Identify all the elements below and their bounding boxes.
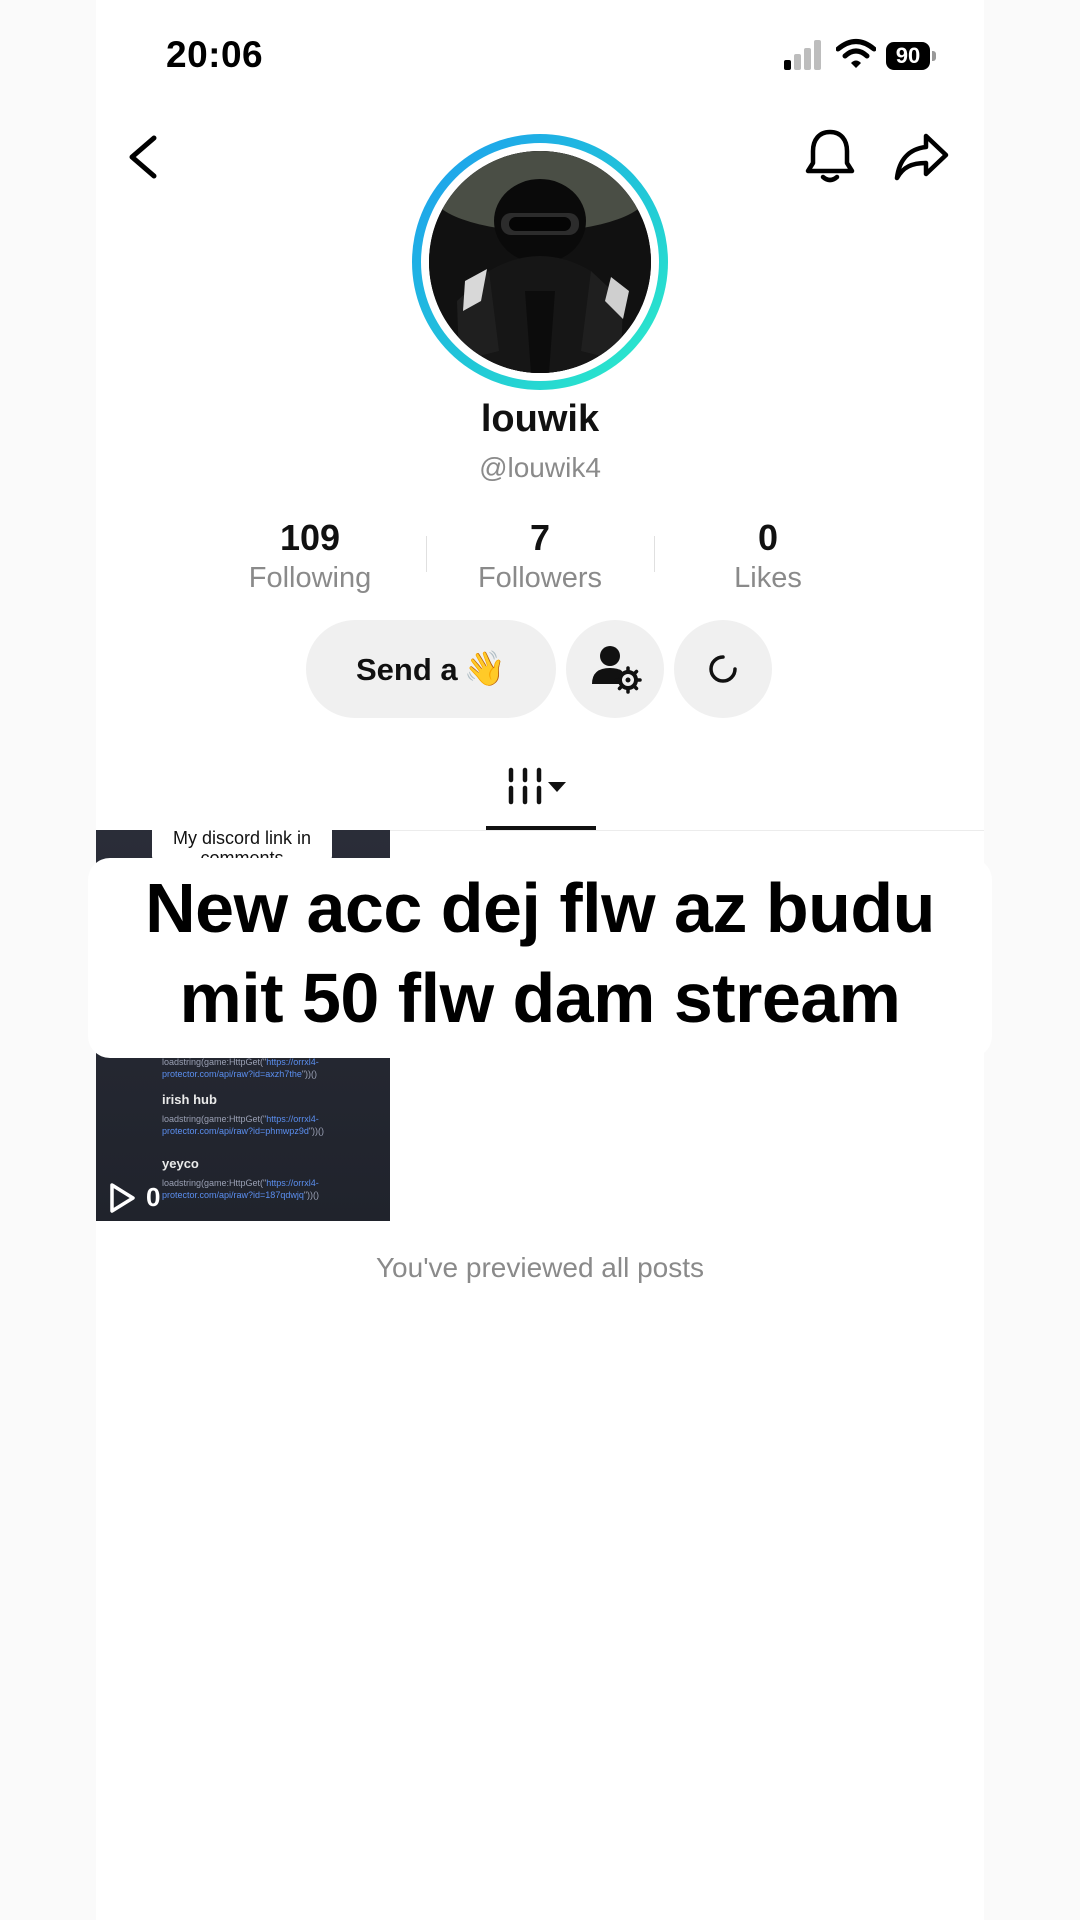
followers-label: Followers xyxy=(477,562,603,594)
tab-active-indicator xyxy=(486,826,596,830)
likes-label: Likes xyxy=(734,562,802,594)
code-block: irish hub loadstring(game:HttpGet("https… xyxy=(162,1092,372,1137)
end-of-posts-note: You've previewed all posts xyxy=(375,1252,705,1283)
likes-count: 0 xyxy=(757,517,779,558)
content-tab-bar xyxy=(96,750,984,831)
display-name: louwik xyxy=(480,398,600,440)
back-button[interactable] xyxy=(118,130,168,184)
wifi-icon xyxy=(836,39,876,68)
loading-icon xyxy=(709,655,737,683)
overlay-caption-line: New acc dej flw az budu xyxy=(145,869,935,947)
following-stat[interactable]: 109 Following xyxy=(210,516,410,596)
following-count: 109 xyxy=(279,517,341,558)
code-block: yeyco loadstring(game:HttpGet("https://o… xyxy=(162,1156,372,1201)
avatar-story-ring[interactable] xyxy=(412,134,668,390)
battery-indicator: 90 xyxy=(886,42,938,70)
wave-emoji: 👋 xyxy=(463,650,506,688)
battery-level: 90 xyxy=(886,42,930,70)
play-count-value: 0 xyxy=(146,1182,161,1212)
battery-tip xyxy=(932,51,936,61)
followers-count: 7 xyxy=(529,517,551,558)
bell-icon[interactable] xyxy=(802,126,858,186)
code-block: loadstring(game:HttpGet("https://orrxl4-… xyxy=(162,1056,372,1080)
code-title: irish hub xyxy=(162,1092,217,1107)
code-line: loadstring(game:HttpGet("https://orrxl4-… xyxy=(162,1114,325,1136)
overlay-caption-line: mit 50 flw dam stream xyxy=(179,959,901,1037)
share-icon[interactable] xyxy=(892,128,952,184)
avatar-image xyxy=(429,151,651,373)
likes-stat[interactable]: 0 Likes xyxy=(668,516,868,596)
signal-icon xyxy=(784,40,821,70)
code-line: loadstring(game:HttpGet("https://orrxl4-… xyxy=(162,1178,320,1200)
send-wave-button[interactable]: Send a 👋 xyxy=(306,620,556,718)
avatar xyxy=(429,151,651,373)
friends-settings-button[interactable] xyxy=(566,620,664,718)
chevron-down-icon xyxy=(548,782,566,792)
following-label: Following xyxy=(248,562,372,594)
grid-videos-icon xyxy=(508,767,566,805)
status-time: 20:06 xyxy=(166,34,264,75)
profile-screen: 20:06 90 louwik @louwik4 109 Following 7… xyxy=(88,0,992,1920)
loading-button[interactable] xyxy=(674,620,772,718)
status-bar: 20:06 90 xyxy=(96,0,984,112)
send-wave-label: Send a xyxy=(356,652,458,687)
followers-stat[interactable]: 7 Followers xyxy=(440,516,640,596)
play-icon xyxy=(110,1183,135,1213)
tab-videos[interactable] xyxy=(486,750,596,830)
code-title: yeyco xyxy=(162,1156,199,1171)
stat-divider xyxy=(654,536,655,572)
code-line: loadstring(game:HttpGet("https://orrxl4-… xyxy=(162,1057,319,1079)
username: @louwik4 xyxy=(479,452,601,483)
person-gear-icon xyxy=(592,646,642,694)
stat-divider xyxy=(426,536,427,572)
overlay-caption: New acc dej flw az budu mit 50 flw dam s… xyxy=(88,858,992,1058)
